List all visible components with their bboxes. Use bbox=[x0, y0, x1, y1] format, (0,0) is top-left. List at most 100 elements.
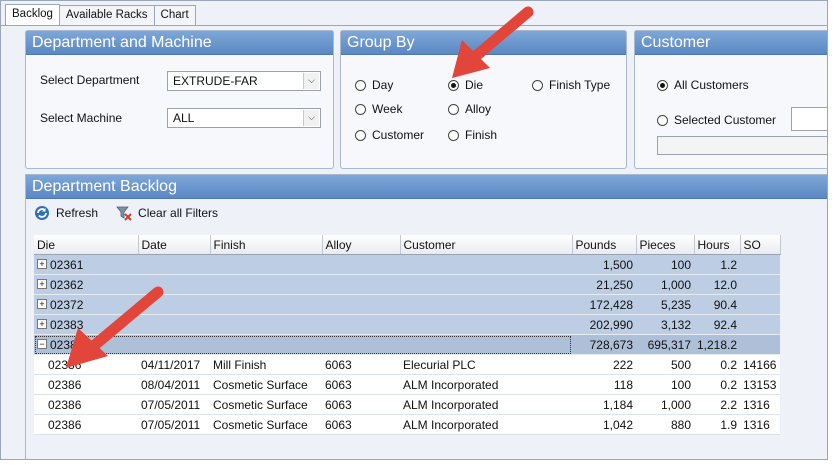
department-label: Select Department bbox=[40, 73, 140, 87]
radio-icon bbox=[355, 103, 366, 115]
customer-select[interactable] bbox=[791, 107, 827, 131]
cell-so: 13153 bbox=[740, 374, 781, 395]
expand-icon[interactable]: + bbox=[37, 319, 47, 330]
group-by-finish-radio[interactable]: Finish bbox=[448, 128, 497, 142]
radio-selected-icon bbox=[657, 79, 668, 91]
expand-icon[interactable]: + bbox=[37, 259, 47, 270]
radio-label: Customer bbox=[372, 128, 425, 142]
group-pounds: 1,500 bbox=[572, 254, 636, 275]
cell-customer: ALM Incorporated bbox=[400, 414, 572, 435]
radio-icon bbox=[657, 114, 668, 126]
cell-finish: Cosmetic Surface bbox=[210, 394, 322, 415]
tab-strip: Backlog Available Racks Chart bbox=[5, 4, 196, 26]
table-row[interactable]: 02386 08/04/2011 Cosmetic Surface 6063 A… bbox=[34, 374, 781, 395]
cell-so: 1316 bbox=[740, 414, 781, 435]
table-row[interactable]: 02386 07/05/2011 Cosmetic Surface 6063 A… bbox=[34, 414, 781, 435]
refresh-label: Refresh bbox=[56, 206, 99, 220]
radio-label: All Customers bbox=[674, 78, 749, 92]
column-header-finish[interactable]: Finish bbox=[210, 235, 323, 255]
clear-filters-button[interactable]: Clear all Filters bbox=[116, 205, 218, 221]
cell-pounds: 222 bbox=[572, 354, 636, 375]
group-pieces: 1,000 bbox=[636, 274, 694, 295]
cell-pounds: 1,042 bbox=[572, 414, 636, 435]
cell-hours: 0.2 bbox=[694, 354, 741, 375]
group-die: 02361 bbox=[50, 257, 84, 272]
group-by-alloy-radio[interactable]: Alloy bbox=[448, 102, 491, 116]
customer-title: Customer bbox=[635, 31, 827, 55]
radio-icon bbox=[355, 79, 366, 91]
chevron-down-icon[interactable]: ⌵ bbox=[303, 110, 319, 126]
machine-select-value: ALL bbox=[173, 111, 195, 125]
group-by-customer-radio[interactable]: Customer bbox=[355, 128, 424, 142]
refresh-button[interactable]: Refresh bbox=[34, 205, 98, 221]
cell-pieces: 1,000 bbox=[636, 394, 694, 415]
cell-hours: 2.2 bbox=[694, 394, 741, 415]
cell-date: 07/05/2011 bbox=[138, 414, 210, 435]
cell-finish: Cosmetic Surface bbox=[210, 414, 322, 435]
all-customers-radio[interactable]: All Customers bbox=[657, 78, 749, 92]
cell-date: 07/05/2011 bbox=[138, 394, 210, 415]
machine-select[interactable]: ALL ⌵ bbox=[167, 108, 321, 128]
expand-icon[interactable]: + bbox=[37, 299, 47, 310]
cell-finish: Mill Finish bbox=[210, 354, 322, 375]
group-pieces: 5,235 bbox=[636, 294, 694, 315]
column-header-customer[interactable]: Customer bbox=[400, 235, 573, 255]
group-so bbox=[740, 294, 781, 315]
cell-hours: 0.2 bbox=[694, 374, 741, 395]
column-header-alloy[interactable]: Alloy bbox=[322, 235, 401, 255]
group-hours: 1,218.2 bbox=[694, 334, 741, 355]
cell-so: 14166 bbox=[740, 354, 781, 375]
radio-label: Finish Type bbox=[549, 78, 611, 92]
cell-pieces: 880 bbox=[636, 414, 694, 435]
annotation-arrow-icon bbox=[452, 6, 534, 78]
column-header-pounds[interactable]: Pounds bbox=[572, 235, 637, 255]
group-hours: 12.0 bbox=[694, 274, 741, 295]
column-header-pieces[interactable]: Pieces bbox=[636, 235, 695, 255]
department-select[interactable]: EXTRUDE-FAR ⌵ bbox=[167, 71, 321, 91]
collapse-icon[interactable]: − bbox=[37, 339, 47, 350]
column-header-hours[interactable]: Hours bbox=[694, 235, 741, 255]
clear-filters-label: Clear all Filters bbox=[138, 206, 219, 220]
cell-customer: Elecurial PLC bbox=[400, 354, 572, 375]
tab-chart[interactable]: Chart bbox=[153, 5, 196, 25]
customer-display-field bbox=[657, 136, 827, 155]
column-header-date[interactable]: Date bbox=[138, 235, 211, 255]
group-by-day-radio[interactable]: Day bbox=[355, 78, 393, 92]
group-so bbox=[740, 274, 781, 295]
cell-pieces: 500 bbox=[636, 354, 694, 375]
chevron-down-icon[interactable]: ⌵ bbox=[303, 73, 319, 89]
cell-alloy: 6063 bbox=[322, 374, 400, 395]
radio-icon bbox=[448, 103, 459, 115]
cell-die: 02386 bbox=[34, 414, 138, 435]
table-row[interactable]: 02386 07/05/2011 Cosmetic Surface 6063 A… bbox=[34, 394, 781, 415]
app-window: Backlog Available Racks Chart Department… bbox=[0, 0, 828, 460]
expand-icon[interactable]: + bbox=[37, 279, 47, 290]
cell-pieces: 100 bbox=[636, 374, 694, 395]
group-pounds: 202,990 bbox=[572, 314, 636, 335]
grid-header-row: Die Date Finish Alloy Customer Pounds Pi… bbox=[34, 235, 781, 255]
group-by-week-radio[interactable]: Week bbox=[355, 102, 402, 116]
department-select-value: EXTRUDE-FAR bbox=[173, 74, 258, 88]
selected-customer-radio[interactable]: Selected Customer bbox=[657, 113, 776, 127]
cell-die: 02386 bbox=[34, 374, 138, 395]
department-machine-panel: Department and Machine Select Department… bbox=[25, 30, 334, 169]
group-hours: 92.4 bbox=[694, 314, 741, 335]
cell-so: 1316 bbox=[740, 394, 781, 415]
column-header-so[interactable]: SO bbox=[740, 235, 781, 255]
cell-alloy: 6063 bbox=[322, 354, 400, 375]
group-pounds: 172,428 bbox=[572, 294, 636, 315]
cell-customer: ALM Incorporated bbox=[400, 374, 572, 395]
tab-divider bbox=[1, 25, 827, 26]
cell-alloy: 6063 bbox=[322, 394, 400, 415]
machine-label: Select Machine bbox=[40, 111, 123, 125]
tab-available-racks[interactable]: Available Racks bbox=[58, 5, 155, 25]
radio-label: Selected Customer bbox=[674, 113, 777, 127]
department-backlog-title: Department Backlog bbox=[26, 175, 827, 199]
tab-backlog[interactable]: Backlog bbox=[5, 4, 60, 26]
group-row[interactable]: +02361 1,500 100 1.2 bbox=[34, 254, 781, 275]
group-so bbox=[740, 254, 781, 275]
column-header-die[interactable]: Die bbox=[34, 235, 139, 255]
group-by-finish-type-radio[interactable]: Finish Type bbox=[532, 78, 610, 92]
cell-pounds: 118 bbox=[572, 374, 636, 395]
refresh-icon bbox=[35, 206, 49, 220]
